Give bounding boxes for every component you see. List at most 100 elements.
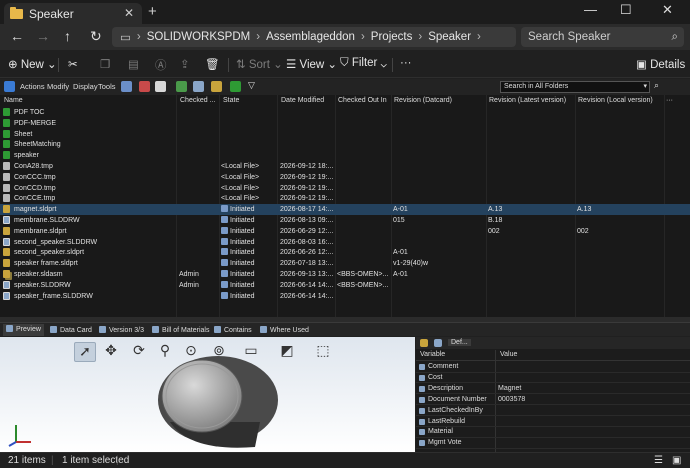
share-icon[interactable]: ⇪: [180, 57, 190, 71]
get-version-icon[interactable]: [176, 81, 187, 92]
table-row[interactable]: second_speaker.sldprt Initiated 2026-06-26…: [0, 247, 690, 258]
breadcrumb[interactable]: ▭ › SOLIDWORKSPDM › Assemblageddon › Projec…: [112, 27, 516, 47]
details-view-icon[interactable]: ☰: [654, 455, 663, 466]
close-window-button[interactable]: ✕: [662, 2, 673, 18]
divider: |: [116, 455, 119, 466]
cut-icon[interactable]: ✂: [68, 57, 78, 71]
menu-modify[interactable]: Modify: [47, 82, 69, 91]
table-row[interactable]: speaker frame.sldprt Initiated 2026-07-18 …: [0, 258, 690, 269]
col-checked[interactable]: Checked ...: [180, 97, 215, 104]
table-row[interactable]: membrane.SLDDRW Initiated 2026-08-13 09:..…: [0, 215, 690, 226]
col-rev-datcard[interactable]: Revision (Datcard): [394, 97, 452, 104]
breadcrumb-item[interactable]: Assemblageddon: [266, 31, 355, 43]
dropdown-icon[interactable]: ▽: [248, 80, 255, 91]
table-row[interactable]: ConCCD.tmp <Local File> 2026-09-12 19:...: [0, 183, 690, 194]
explorer-window: Speaker ✕ + — ☐ ✕ ← → ↑ ↻ ▭ › SOLIDWORKSP…: [0, 0, 690, 468]
table-row[interactable]: ConA28.tmp <Local File> 2026-09-12 18:...: [0, 161, 690, 172]
table-row[interactable]: speaker.sldasm Admin Initiated 2026-09-13 1…: [0, 269, 690, 280]
pin-icon[interactable]: [121, 81, 132, 92]
menu-display[interactable]: Display: [73, 82, 98, 91]
more-button[interactable]: ···: [400, 57, 412, 69]
filter-button[interactable]: ⛉ Filter ⌄: [340, 57, 387, 70]
minimize-button[interactable]: —: [584, 2, 597, 17]
breadcrumb-item[interactable]: SOLIDWORKSPDM: [147, 31, 251, 43]
checkin-icon[interactable]: [155, 81, 166, 92]
add-file-icon[interactable]: [211, 81, 222, 92]
tab-bom[interactable]: Bill of Materials: [152, 326, 209, 334]
copy-icon[interactable]: ❐: [100, 57, 110, 71]
table-row[interactable]: magnet.sldprt Initiated 2026-08-17 14:... A…: [0, 204, 690, 215]
col-rev-latest[interactable]: Revision (Latest version): [489, 97, 566, 104]
maximize-button[interactable]: ☐: [620, 2, 632, 18]
property-row[interactable]: Cost: [416, 373, 690, 384]
tab-speaker[interactable]: Speaker ✕: [4, 3, 142, 24]
table-row[interactable]: speaker_frame.SLDDRW Initiated 2026-06-14 …: [0, 291, 690, 302]
tab-where-used[interactable]: Where Used: [260, 326, 309, 334]
select-cursor-icon[interactable]: ➚: [74, 342, 96, 362]
config-icon[interactable]: [420, 339, 428, 347]
property-row[interactable]: Material: [416, 427, 690, 438]
checkout-icon[interactable]: [139, 81, 150, 92]
forward-arrow-icon[interactable]: →: [36, 28, 50, 44]
table-row[interactable]: ConCCC.tmp <Local File> 2026-09-12 19:...: [0, 172, 690, 183]
table-row[interactable]: second_speaker.SLDDRW Initiated 2026-08-03…: [0, 237, 690, 248]
property-row[interactable]: Document Number 0003578: [416, 395, 690, 406]
col-state[interactable]: State: [223, 97, 239, 104]
table-row[interactable]: ConCCE.tmp <Local File> 2026-09-12 19:...: [0, 193, 690, 204]
tab-preview[interactable]: Preview: [3, 324, 44, 336]
info-icon[interactable]: [434, 339, 442, 347]
template-icon[interactable]: [230, 81, 241, 92]
menu-actions[interactable]: Actions: [20, 82, 45, 91]
paste-icon[interactable]: ▤: [128, 57, 139, 71]
back-arrow-icon[interactable]: ←: [10, 28, 24, 44]
col-overflow[interactable]: ···: [666, 97, 673, 104]
table-row[interactable]: speaker: [0, 150, 690, 161]
search-input[interactable]: Search Speaker ⌕: [521, 27, 684, 47]
property-row[interactable]: Mgmt Vote: [416, 438, 690, 449]
col-rev-local[interactable]: Revision (Local version): [578, 97, 653, 104]
property-row[interactable]: LastRebuild: [416, 417, 690, 427]
property-row[interactable]: Comment: [416, 362, 690, 373]
sort-button[interactable]: ⇅ Sort ⌄: [236, 57, 283, 71]
rename-icon[interactable]: Ⓐ: [155, 57, 167, 73]
table-row[interactable]: PDF TOC: [0, 107, 690, 118]
pdm-search-scope[interactable]: Search in All Folders ▾: [500, 81, 650, 93]
refresh-icon[interactable]: ↻: [90, 28, 102, 45]
tab-version[interactable]: Version 3/3: [99, 326, 144, 334]
close-tab-icon[interactable]: ✕: [124, 6, 134, 20]
tab-default-config[interactable]: Def...: [448, 339, 471, 346]
rotate-icon[interactable]: ⟳: [128, 342, 150, 362]
pan-icon[interactable]: ✥: [100, 342, 122, 362]
magnet-3d-model[interactable]: [150, 352, 300, 452]
delete-icon[interactable]: 🗑: [205, 57, 220, 71]
property-row[interactable]: Description Magnet: [416, 384, 690, 395]
tiles-view-icon[interactable]: ▣: [672, 455, 681, 466]
details-button[interactable]: ▣ Details: [636, 57, 685, 71]
col-checked-out-in[interactable]: Checked Out In: [338, 97, 387, 104]
change-state-icon[interactable]: [193, 81, 204, 92]
property-icon: [419, 440, 425, 447]
new-button[interactable]: ⊕ New ⌄: [8, 57, 57, 71]
up-arrow-icon[interactable]: ↑: [64, 28, 71, 44]
cell-text: Sheet: [14, 130, 33, 138]
menu-tools[interactable]: Tools: [98, 82, 116, 91]
breadcrumb-item[interactable]: Projects: [371, 31, 413, 43]
table-row[interactable]: SheetMatching: [0, 139, 690, 150]
search-icon[interactable]: ⌕: [654, 80, 659, 91]
table-row[interactable]: membrane.sldprt Initiated 2026-06-29 12:..…: [0, 226, 690, 237]
col-name[interactable]: Name: [4, 97, 23, 104]
bom-icon: [152, 326, 159, 333]
tab-contains[interactable]: Contains: [214, 326, 252, 334]
table-row[interactable]: PDF-MERGE: [0, 118, 690, 129]
table-row[interactable]: speaker.SLDDRW Admin Initiated 2026-06-14 1…: [0, 280, 690, 291]
table-row[interactable]: Sheet: [0, 129, 690, 140]
breadcrumb-item[interactable]: Speaker: [428, 31, 471, 43]
property-row[interactable]: LastCheckedInBy: [416, 406, 690, 417]
cell-name: speaker frame.sldprt: [14, 259, 174, 268]
view-orientation-icon[interactable]: ⬚: [312, 342, 334, 362]
view-button[interactable]: ☰ View ⌄: [286, 57, 337, 71]
tab-data-card[interactable]: Data Card: [50, 326, 92, 334]
divider: [228, 58, 229, 72]
col-date[interactable]: Date Modified: [281, 97, 324, 104]
new-tab-button[interactable]: +: [148, 3, 157, 20]
